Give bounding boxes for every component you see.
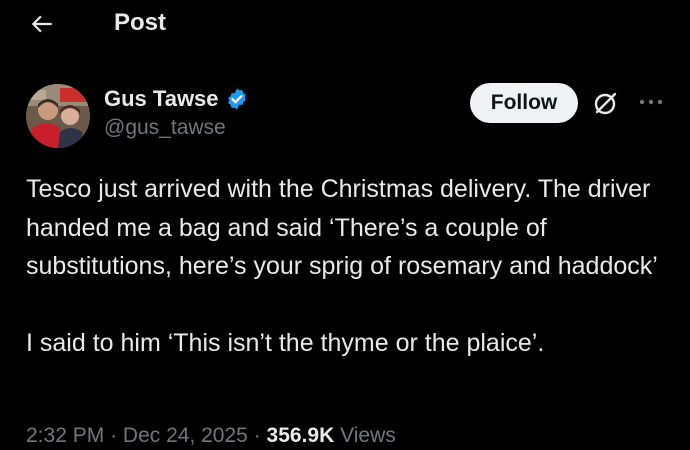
grok-button[interactable] (588, 87, 622, 121)
post-text: Tesco just arrived with the Christmas de… (26, 170, 666, 362)
post-paragraph: Tesco just arrived with the Christmas de… (26, 175, 658, 280)
avatar[interactable] (26, 84, 90, 148)
avatar-photo (26, 84, 90, 148)
user-handle[interactable]: @gus_tawse (104, 116, 249, 140)
author-block: Gus Tawse @gus_tawse (104, 84, 249, 140)
more-horizontal-icon (639, 99, 663, 105)
views-label: Views (340, 424, 396, 447)
post-date[interactable]: Dec 24, 2025 (123, 424, 248, 447)
display-name[interactable]: Gus Tawse (104, 86, 219, 112)
page-title: Post (114, 9, 167, 36)
grok-icon (594, 92, 617, 115)
top-bar: Post (0, 0, 690, 48)
post-time[interactable]: 2:32 PM (26, 424, 104, 447)
meta-separator: · (110, 424, 118, 447)
back-button[interactable] (26, 8, 58, 40)
display-name-row: Gus Tawse (104, 84, 249, 114)
follow-button[interactable]: Follow (470, 83, 578, 123)
post-paragraph: I said to him ‘This isn’t the thyme or t… (26, 328, 545, 357)
meta-separator: · (253, 424, 261, 447)
views-count: 356.9K (266, 424, 335, 447)
arrow-left-icon (31, 15, 52, 33)
more-options-button[interactable] (636, 90, 666, 114)
verified-badge-icon[interactable] (225, 87, 249, 111)
post-meta: 2:32 PM · Dec 24, 2025 · 356.9K Views (26, 424, 396, 448)
